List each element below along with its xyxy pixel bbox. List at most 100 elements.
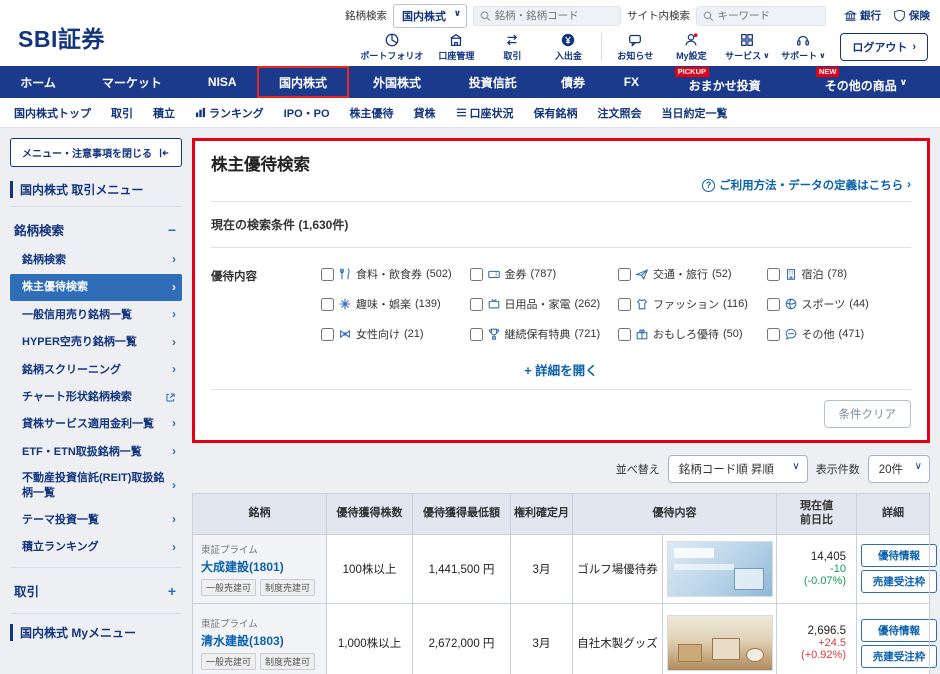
bank-link[interactable]: 銀行 <box>844 8 881 23</box>
logout-button[interactable]: ログアウト › <box>840 32 928 61</box>
site-search-input[interactable] <box>717 9 819 22</box>
col-month: 権利確定月 <box>510 493 573 535</box>
close-menu-button[interactable]: メニュー・注意事項を閉じる <box>10 138 182 167</box>
travel-checkbox[interactable] <box>618 267 631 281</box>
sidebar-section-search[interactable]: 銘柄検索 − <box>10 213 182 246</box>
sidebar-item-hyper-short[interactable]: HYPER空売り銘柄一覧 › <box>10 329 182 357</box>
nav-foreign-stocks[interactable]: 外国株式 <box>349 66 445 98</box>
stock-link[interactable]: 大成建設(1801) <box>201 558 318 575</box>
checkbox-hobby[interactable]: 趣味・娯楽 (139) <box>321 296 466 312</box>
sports-checkbox[interactable] <box>766 297 780 311</box>
fun-checkbox[interactable] <box>618 327 631 341</box>
sidebar-item-theme-invest[interactable]: テーマ投資一覧 › <box>10 506 182 534</box>
sidebar-item-reit[interactable]: 不動産投資信託(REIT)取扱銘柄一覧 › <box>10 465 182 506</box>
per-page-select[interactable]: 20件 ∨ <box>867 455 930 483</box>
women-checkbox[interactable] <box>321 327 334 341</box>
main-navigation: ホーム マーケット NISA 国内株式 外国株式 投資信託 債券 FX PICK… <box>0 66 940 98</box>
subnav-account-status[interactable]: 口座状況 <box>446 105 524 121</box>
nav-domestic-stocks[interactable]: 国内株式 <box>256 66 350 98</box>
chevron-down-icon: ∨ <box>763 50 770 60</box>
stock-search-input[interactable] <box>494 9 614 22</box>
trade-button[interactable]: 取引 <box>489 32 535 62</box>
plus-icon: + <box>167 582 176 599</box>
hobby-checkbox[interactable] <box>321 297 334 311</box>
chevron-right-icon: › <box>172 307 176 322</box>
benefit-info-button[interactable]: 優待情報 <box>861 544 937 567</box>
expand-details-link[interactable]: + 詳細を開く <box>211 346 911 389</box>
short-sell-frame-button[interactable]: 売建受注枠 <box>861 570 937 593</box>
support-button[interactable]: サポート ∨ <box>780 32 826 62</box>
subnav-trade[interactable]: 取引 <box>101 105 143 121</box>
subnav-order-inquiry[interactable]: 注文照会 <box>588 105 652 121</box>
my-settings-button[interactable]: My設定 <box>668 32 714 62</box>
nav-bonds[interactable]: 債券 <box>541 66 606 98</box>
minus-icon: − <box>167 221 176 238</box>
nav-mutual-funds[interactable]: 投資信託 <box>445 66 541 98</box>
checkbox-fun[interactable]: おもしろ優待 (50) <box>618 326 763 342</box>
sidebar-item-tsumitate-ranking[interactable]: 積立ランキング › <box>10 534 182 562</box>
sidebar-item-general-margin[interactable]: 一般信用売り銘柄一覧 › <box>10 301 182 329</box>
subnav-tsumitate[interactable]: 積立 <box>143 105 185 121</box>
stock-search-label: 銘柄検索 <box>345 10 387 22</box>
hotel-checkbox[interactable] <box>766 267 780 281</box>
other-checkbox[interactable] <box>766 327 780 341</box>
person-icon <box>685 32 698 45</box>
checkbox-other[interactable]: その他 (471) <box>766 326 912 342</box>
stock-link[interactable]: 清水建設(1803) <box>201 632 318 649</box>
nav-home[interactable]: ホーム <box>0 66 76 98</box>
sidebar-item-screening[interactable]: 銘柄スクリーニング › <box>10 356 182 384</box>
account-management-button[interactable]: 口座管理 <box>433 32 479 62</box>
fashion-checkbox[interactable] <box>618 297 631 311</box>
min-amount-cell: 2,672,000 円 <box>412 602 511 674</box>
nav-fx[interactable]: FX <box>605 66 657 98</box>
short-sell-frame-button[interactable]: 売建受注枠 <box>861 644 937 668</box>
checkbox-loyalty[interactable]: 継続保有特典 (721) <box>469 326 615 342</box>
nav-omakase[interactable]: PICKUP おまかせ投資 <box>658 66 792 98</box>
nav-market[interactable]: マーケット <box>76 66 187 98</box>
checkbox-voucher[interactable]: 金券 (787) <box>469 266 615 282</box>
checkbox-sports[interactable]: スポーツ (44) <box>766 296 912 312</box>
appliance-checkbox[interactable] <box>469 297 483 311</box>
checkbox-women[interactable]: 女性向け (21) <box>321 326 466 342</box>
sort-select[interactable]: 銘柄コード順 昇順 ∨ <box>667 455 808 483</box>
bar-chart-icon <box>195 107 206 118</box>
divider <box>10 567 182 569</box>
sidebar-section-trade[interactable]: 取引 + <box>10 574 182 607</box>
sidebar-item-benefit-search[interactable]: 株主優待検索 › <box>10 273 182 302</box>
subnav-holdings[interactable]: 保有銘柄 <box>524 105 588 121</box>
sidebar-item-etf-etn[interactable]: ETF・ETN取扱銘柄一覧 › <box>10 438 182 466</box>
loyalty-checkbox[interactable] <box>469 327 483 341</box>
notifications-button[interactable]: お知らせ <box>612 32 658 62</box>
nav-other-products[interactable]: NEW その他の商品 ∨ <box>792 66 940 98</box>
stock-search-select[interactable]: 国内株式 ∨ <box>393 3 467 28</box>
nav-nisa[interactable]: NISA <box>188 66 257 98</box>
subnav-ipo-po[interactable]: IPO・PO <box>274 105 340 121</box>
insurance-link[interactable]: 保険 <box>893 8 930 23</box>
subnav-today-executions[interactable]: 当日約定一覧 <box>652 105 738 121</box>
checkbox-hotel[interactable]: 宿泊 (78) <box>766 266 912 282</box>
benefit-info-button[interactable]: 優待情報 <box>861 618 937 642</box>
checkbox-appliance[interactable]: 日用品・家電 (262) <box>469 296 615 312</box>
services-button[interactable]: サービス ∨ <box>724 32 770 62</box>
checkbox-fashion[interactable]: ファッション (116) <box>618 296 763 312</box>
subnav-shareholder-benefits[interactable]: 株主優待 <box>340 105 404 121</box>
sidebar-item-stock-search[interactable]: 銘柄検索 › <box>10 246 182 274</box>
sidebar-item-lending-rates[interactable]: 貸株サービス適用金利一覧 › <box>10 410 182 438</box>
sidebar-item-chart-shape[interactable]: チャート形状銘柄検索 <box>10 384 182 410</box>
help-link[interactable]: ? ご利用方法・データの定義はこちら › <box>211 177 911 193</box>
logo[interactable]: SBI証券 <box>0 0 190 66</box>
clear-conditions-button[interactable]: 条件クリア <box>823 400 911 428</box>
subnav-top[interactable]: 国内株式トップ <box>4 105 101 121</box>
checkbox-food[interactable]: 食料・飲食券 (502) <box>321 266 466 282</box>
fashion-icon <box>636 298 648 310</box>
bank-icon <box>844 10 857 21</box>
voucher-checkbox[interactable] <box>469 267 483 281</box>
portfolio-button[interactable]: ポートフォリオ <box>360 32 423 62</box>
food-checkbox[interactable] <box>321 267 334 281</box>
sidebar: メニュー・注意事項を閉じる 国内株式 取引メニュー 銘柄検索 − 銘柄検索 › 株… <box>0 128 190 674</box>
checkbox-travel[interactable]: 交通・旅行 (52) <box>618 266 763 282</box>
subnav-stock-lending[interactable]: 貸株 <box>404 105 446 121</box>
subnav-ranking[interactable]: ランキング <box>185 105 274 121</box>
price-change: +24.5 <box>818 637 846 649</box>
deposit-withdraw-button[interactable]: 入出金 <box>545 32 591 62</box>
